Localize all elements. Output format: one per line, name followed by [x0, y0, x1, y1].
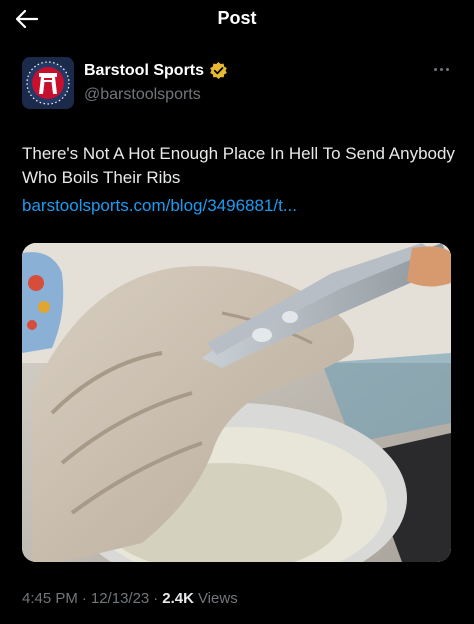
meta-separator: ·	[153, 590, 159, 607]
page-title: Post	[217, 8, 257, 28]
author-handle[interactable]: @barstoolsports	[84, 86, 201, 104]
avatar[interactable]	[22, 57, 74, 109]
ribs-in-pot-photo	[22, 243, 451, 562]
meta-separator: ·	[81, 590, 87, 607]
tweet-text: There's Not A Hot Enough Place In Hell T…	[22, 144, 455, 187]
tweet-link[interactable]: barstoolsports.com/blog/3496881/t...	[22, 194, 297, 218]
views-count: 2.4K	[162, 590, 194, 607]
barstool-logo-icon	[22, 57, 74, 109]
author-name-row[interactable]: Barstool Sports	[84, 61, 228, 80]
views-label: Views	[197, 590, 238, 607]
more-options-button[interactable]	[430, 62, 452, 76]
verified-badge-icon	[210, 61, 227, 80]
top-bar: Post	[0, 0, 474, 40]
tweet-media-image[interactable]	[22, 243, 451, 562]
more-dots-icon	[433, 67, 437, 71]
author-name[interactable]: Barstool Sports	[84, 62, 204, 80]
tweet-date[interactable]: 12/13/23	[91, 590, 149, 607]
tweet-time[interactable]: 4:45 PM	[22, 590, 78, 607]
tweet-meta: 4:45 PM · 12/13/23 · 2.4K Views	[22, 590, 238, 607]
